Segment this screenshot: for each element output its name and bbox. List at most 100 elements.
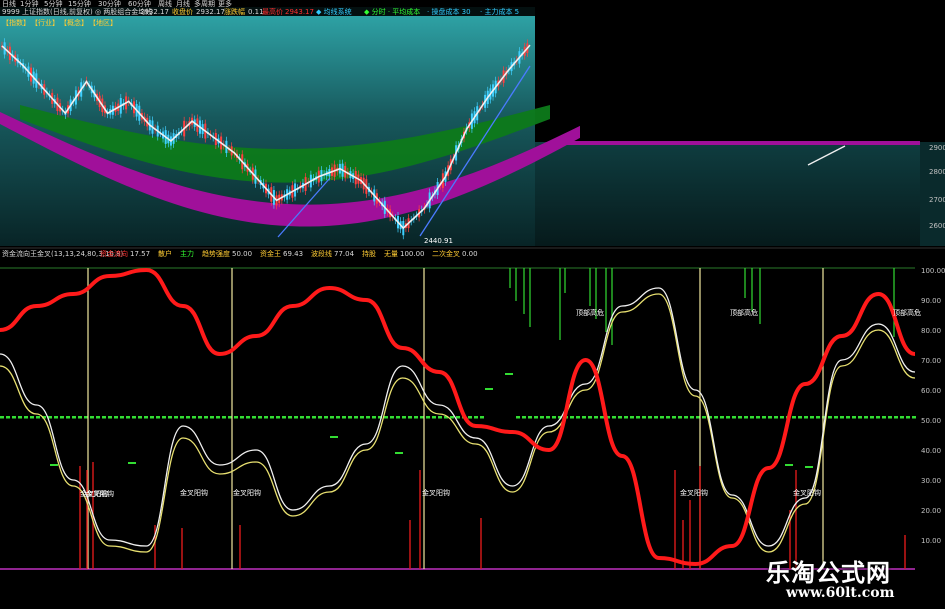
upper-title-value: 2932.17 [140,8,169,16]
mid-dash [132,416,136,419]
mid-dash [288,416,292,419]
mid-dash [516,416,520,419]
mid-dash [336,416,340,419]
watermark-site-name: 乐淘公式网 [766,559,891,587]
index-tab-1[interactable]: 【行业】 [31,18,59,27]
period-tab-2[interactable]: 5分钟 [44,0,62,8]
period-tab-8[interactable]: 多周期 [194,0,215,8]
mid-dash [162,416,166,419]
mid-dash [330,416,334,419]
lower-legend-label-0: 资金流向 [100,249,128,258]
mid-dash [402,416,406,419]
index-tab-2[interactable]: 【概念】 [60,18,88,27]
mid-dash [120,416,124,419]
mid-dash [186,416,190,419]
mid-dash [576,416,580,419]
mid-dash [114,416,118,419]
lower-y-tick-5: 50.00 [921,417,941,425]
mid-dash [342,416,346,419]
period-tab-7[interactable]: 月线 [176,0,190,8]
mid-dash [354,416,358,419]
mid-dash [912,416,916,419]
lower-y-tick-0: 100.00 [921,267,945,275]
mid-dash [90,416,94,419]
mid-dash [672,416,676,419]
index-tab-3[interactable]: 【地区】 [89,18,117,27]
mid-dash [324,416,328,419]
mid-dash [66,416,70,419]
lower-y-tick-1: 90.00 [921,297,941,305]
green-mark [330,436,338,438]
mid-dash [102,416,106,419]
lower-legend-label-7: 无量 [384,250,398,258]
lower-legend-label-8: 二次金叉 [432,249,460,258]
mid-dash [882,416,886,419]
legend-close-label: 收盘价 [172,7,193,16]
mid-dash [258,416,262,419]
lower-legend-label-2: 主力 [180,249,194,258]
annotation-9: 顶部高危 [893,308,921,317]
mid-dash [222,416,226,419]
upper-panel-top-gap [535,14,945,142]
lower-legend-label-3: 趋势强度 [202,249,230,258]
mid-dash [78,416,82,419]
mid-dash [750,416,754,419]
mid-dash [522,416,526,419]
period-tab-5[interactable]: 60分钟 [128,0,151,8]
lower-legend-value-8: 0.00 [462,250,478,258]
series-bandline [0,293,916,553]
period-tab-0[interactable]: 日线 [2,0,16,8]
lower-legend-value-3: 50.00 [232,250,252,258]
annotation-7: 顶部高危 [576,308,604,317]
magenta-cloud-band-right [560,141,920,145]
mid-dash [246,416,250,419]
mid-dash [726,416,730,419]
mid-dash [36,416,40,419]
mid-dash [762,416,766,419]
mid-dash [306,416,310,419]
legend-pct-label: 涨跌幅 [224,7,245,16]
mid-dash [456,416,460,419]
index-tab-0[interactable]: 【指数】 [2,18,30,27]
mid-dash [630,416,634,419]
mid-dash [834,416,838,419]
period-tab-3[interactable]: 15分钟 [68,0,91,8]
legend-red-label: 最高价 [262,7,283,16]
mid-dash [54,416,58,419]
mid-dash [276,416,280,419]
right-title: ◆ 均线系统 [316,7,352,16]
period-tab-1[interactable]: 1分钟 [20,0,38,8]
lower-y-tick-6: 40.00 [921,447,941,455]
lower-annotations: 金叉阳钩金叉阳钩 金叉阳钩 金叉阳钩 金叉阳钩 金叉阳钩 金叉阳钩顶部高危 顶部高危 顶部高危 [80,308,921,498]
index-tabs: 【指数】 【行业】 【概念】 【地区】 [2,18,117,27]
mid-dash [624,416,628,419]
annotation-5: 金叉阳钩 [680,488,708,497]
mid-dash [744,416,748,419]
green-mark [395,452,403,454]
period-tab-4[interactable]: 30分钟 [98,0,121,8]
mid-dash [108,416,112,419]
mid-dash [198,416,202,419]
mid-dash [234,416,238,419]
mid-dash [870,416,874,419]
period-tab-6[interactable]: 周线 [158,0,172,8]
mid-dash [312,416,316,419]
mid-dash [654,416,658,419]
mid-dash [840,416,844,419]
mid-dash [480,416,484,419]
mid-dash [732,416,736,419]
annotation-6: 金叉阳钩 [793,488,821,497]
mid-dash [318,416,322,419]
mid-dash [168,416,172,419]
lower-y-tick-2: 80.00 [921,327,941,335]
mid-dash [390,416,394,419]
mid-dash [144,416,148,419]
mid-dash [702,416,706,419]
mid-dash [612,416,616,419]
mid-dash [126,416,130,419]
mid-dash [180,416,184,419]
mid-dash [210,416,214,419]
mid-dash [438,416,442,419]
mid-dash [552,416,556,419]
period-tab-9[interactable]: 更多 [218,0,232,8]
